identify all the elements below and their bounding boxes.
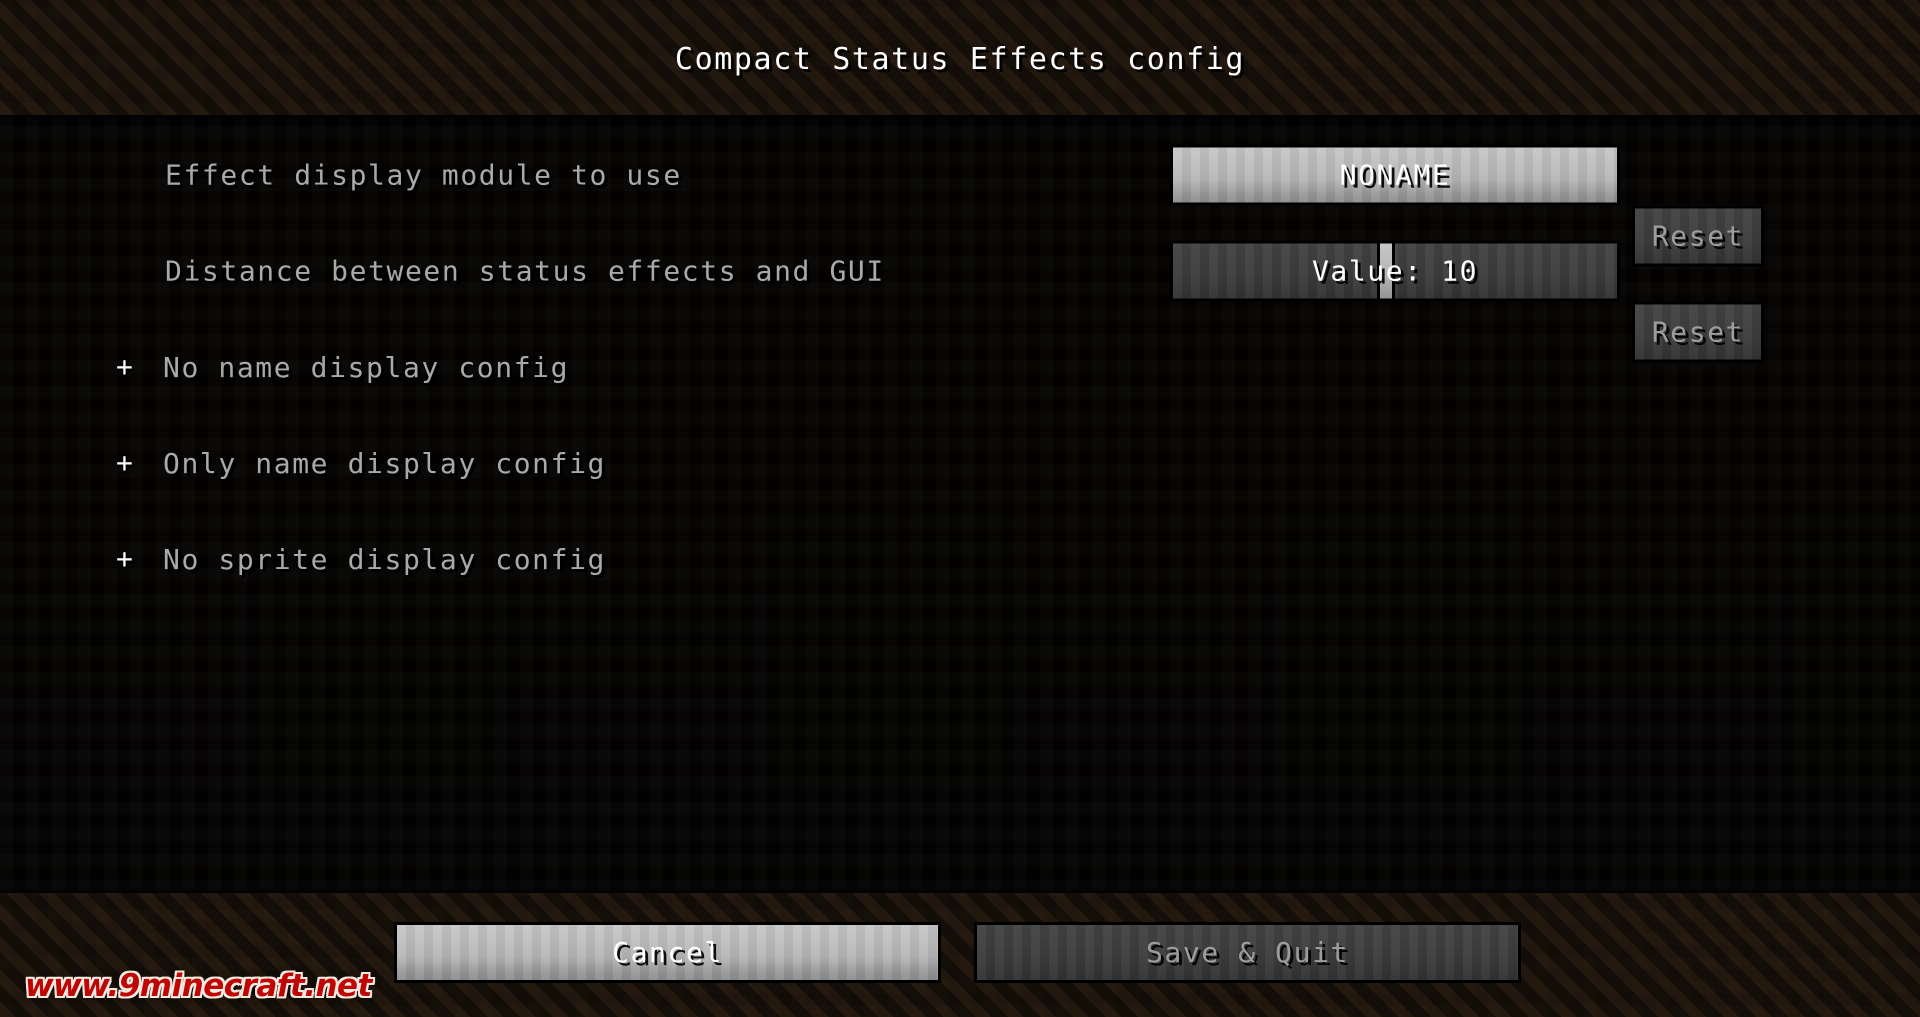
option-row-distance-between-effects-and-gui: Distance between status effects and GUI … <box>0 240 1920 363</box>
minecraft-config-screen: Compact Status Effects config Effect dis… <box>0 0 1920 1017</box>
category-row-no-sprite-display-config[interactable]: + No sprite display config <box>0 531 900 587</box>
category-row-only-name-display-config[interactable]: + Only name display config <box>0 435 900 491</box>
expand-plus-icon[interactable]: + <box>116 545 134 573</box>
expand-plus-icon[interactable]: + <box>116 449 134 477</box>
save-and-quit-button-label: Save & Quit <box>1145 936 1350 969</box>
site-watermark: www.9minecraft.net <box>25 968 372 1004</box>
cancel-button[interactable]: Cancel <box>394 922 941 983</box>
option-label-effect-display-module: Effect display module to use <box>165 158 682 192</box>
expand-plus-icon[interactable]: + <box>116 353 134 381</box>
category-row-no-name-display-config[interactable]: + No name display config <box>0 339 900 395</box>
save-and-quit-button[interactable]: Save & Quit <box>974 922 1521 983</box>
category-label: No sprite display config <box>163 542 606 576</box>
reset-button-label: Reset <box>1651 315 1745 349</box>
reset-button-distance-between-effects-and-gui[interactable]: Reset <box>1632 301 1764 363</box>
category-label: No name display config <box>163 350 570 384</box>
cycle-button-value: NONAME <box>1339 158 1451 192</box>
category-label: Only name display config <box>163 446 606 480</box>
slider-distance-between-effects-and-gui[interactable]: Value: 10 <box>1170 240 1620 302</box>
page-title: Compact Status Effects config <box>674 42 1246 77</box>
cancel-button-label: Cancel <box>612 936 723 969</box>
cycle-button-effect-display-module[interactable]: NONAME <box>1170 144 1620 206</box>
option-row-effect-display-module: Effect display module to use NONAME Rese… <box>0 144 1920 267</box>
option-label-distance-between-effects-and-gui: Distance between status effects and GUI <box>165 254 885 288</box>
slider-value-label: Value: 10 <box>1311 254 1479 288</box>
